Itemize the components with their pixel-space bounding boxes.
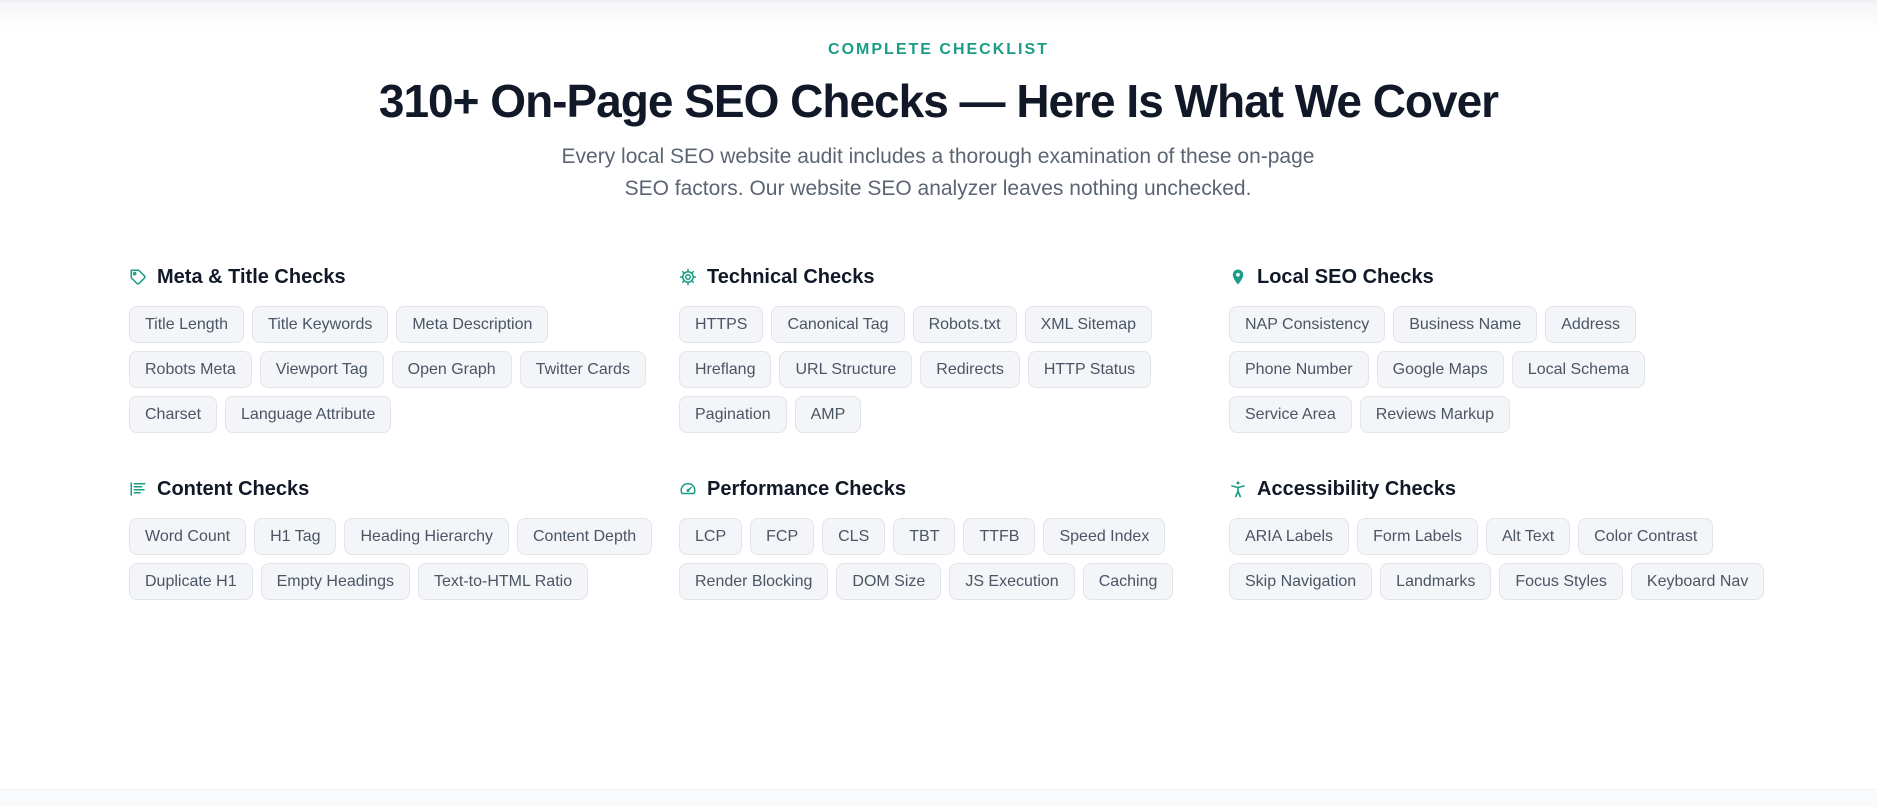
check-tag: Keyboard Nav: [1630, 563, 1765, 600]
check-tag: JS Execution: [949, 563, 1075, 600]
group-title: Content Checks: [157, 477, 310, 500]
group-title: Technical Checks: [707, 265, 875, 288]
check-tag: Phone Number: [1229, 351, 1369, 388]
tag-list: NAP Consistency Business Name Address Phone…: [1229, 306, 1769, 433]
check-tag: Text-to-HTML Ratio: [418, 563, 589, 600]
checklist-section: COMPLETE CHECKLIST 310+ On-Page SEO Chec…: [0, 0, 1877, 807]
group-title: Meta & Title Checks: [157, 265, 346, 288]
tag-icon: [129, 268, 147, 286]
check-tag: HTTP Status: [1027, 351, 1152, 388]
check-tag: Reviews Markup: [1359, 396, 1510, 433]
group-header: Technical Checks: [679, 262, 1219, 292]
check-tag: Robots Meta: [129, 351, 252, 388]
check-tag: Heading Hierarchy: [344, 518, 509, 555]
check-tag: NAP Consistency: [1229, 306, 1386, 343]
check-tag: Title Length: [129, 306, 245, 343]
top-divider: [0, 0, 1877, 2]
check-tag: HTTPS: [679, 306, 764, 343]
check-tag: Duplicate H1: [129, 563, 253, 600]
group-title: Accessibility Checks: [1257, 477, 1456, 500]
check-tag: Landmarks: [1380, 563, 1492, 600]
group-header: Performance Checks: [679, 474, 1219, 504]
check-tag: TBT: [893, 518, 956, 555]
tag-list: Title Length Title Keywords Meta Descripti…: [129, 306, 669, 433]
check-tag: Empty Headings: [260, 563, 410, 600]
check-tag: Local Schema: [1511, 351, 1646, 388]
check-tag: Google Maps: [1376, 351, 1504, 388]
check-tag: Form Labels: [1357, 518, 1478, 555]
bottom-divider: [0, 789, 1877, 807]
check-tag: Service Area: [1229, 396, 1352, 433]
group-performance: Performance Checks LCP FCP CLS TBT TTFB Speed…: [679, 474, 1219, 600]
check-tag: Word Count: [129, 518, 247, 555]
check-tag: LCP: [679, 518, 743, 555]
section-subtitle: Every local SEO website audit includes a…: [561, 145, 1315, 200]
section-title: 310+ On-Page SEO Checks — Here Is What W…: [378, 75, 1499, 127]
check-tag: Skip Navigation: [1229, 563, 1373, 600]
check-tag: Twitter Cards: [519, 351, 646, 388]
check-tag: Content Depth: [517, 518, 653, 555]
check-tag: Meta Description: [396, 306, 549, 343]
check-tag: ARIA Labels: [1229, 518, 1350, 555]
check-tag: Focus Styles: [1499, 563, 1623, 600]
group-title: Performance Checks: [707, 477, 906, 500]
map-pin-icon: [1229, 268, 1247, 286]
check-tag: Pagination: [679, 396, 787, 433]
check-tag: Open Graph: [391, 351, 512, 388]
group-header: Accessibility Checks: [1229, 474, 1769, 504]
check-tag: Language Attribute: [225, 396, 392, 433]
check-tag: Hreflang: [679, 351, 772, 388]
group-technical: Technical Checks HTTPS Canonical Tag Robot…: [679, 262, 1219, 433]
check-tag: Caching: [1082, 563, 1174, 600]
tag-list: ARIA Labels Form Labels Alt Text Color Cont…: [1229, 518, 1769, 600]
check-tag: Redirects: [920, 351, 1020, 388]
check-tag: Alt Text: [1485, 518, 1571, 555]
text-align-icon: [129, 480, 147, 498]
check-tag: Canonical Tag: [771, 306, 905, 343]
check-tag: TTFB: [963, 518, 1036, 555]
group-header: Local SEO Checks: [1229, 262, 1769, 292]
gauge-icon: [679, 480, 697, 498]
check-tag: Charset: [129, 396, 218, 433]
group-local-seo: Local SEO Checks NAP Consistency Business…: [1229, 262, 1769, 433]
tag-list: LCP FCP CLS TBT TTFB Speed Index Render Blocki…: [679, 518, 1219, 600]
group-header: Meta & Title Checks: [129, 262, 669, 292]
check-tag: CLS: [822, 518, 886, 555]
check-tag: Robots.txt: [912, 306, 1017, 343]
group-header: Content Checks: [129, 474, 669, 504]
gear-icon: [679, 268, 697, 286]
check-tag: Render Blocking: [679, 563, 829, 600]
group-content: Content Checks Word Count H1 Tag Heading H…: [129, 474, 669, 600]
check-tag: FCP: [750, 518, 815, 555]
check-tag: Address: [1545, 306, 1636, 343]
check-tag: Viewport Tag: [259, 351, 384, 388]
check-tag: AMP: [794, 396, 862, 433]
group-meta-title: Meta & Title Checks Title Length Title Ke…: [129, 262, 669, 433]
check-tag: DOM Size: [836, 563, 942, 600]
group-accessibility: Accessibility Checks ARIA Labels Form Lab…: [1229, 474, 1769, 600]
group-title: Local SEO Checks: [1257, 265, 1434, 288]
tag-list: HTTPS Canonical Tag Robots.txt XML Sitemap H…: [679, 306, 1219, 433]
check-tag: Speed Index: [1043, 518, 1166, 555]
check-tag: Title Keywords: [252, 306, 389, 343]
check-tag: Business Name: [1393, 306, 1538, 343]
tag-list: Word Count H1 Tag Heading Hierarchy Content…: [129, 518, 669, 600]
check-tag: Color Contrast: [1578, 518, 1714, 555]
section-eyebrow: COMPLETE CHECKLIST: [828, 41, 1049, 58]
accessibility-icon: [1229, 480, 1247, 498]
check-tag: H1 Tag: [254, 518, 337, 555]
check-tag: URL Structure: [779, 351, 913, 388]
check-tag: XML Sitemap: [1024, 306, 1153, 343]
